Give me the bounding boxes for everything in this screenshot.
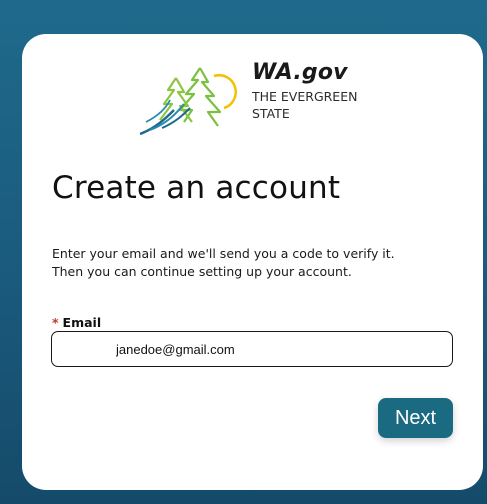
description-line-1: Enter your email and we'll send you a co…: [52, 246, 395, 261]
wa-gov-logo: WA.gov THE EVERGREEN STATE: [136, 62, 376, 138]
description-line-2: Then you can continue setting up your ac…: [52, 264, 352, 279]
logo-wordmark: WA.gov THE EVERGREEN STATE: [252, 62, 357, 122]
email-field[interactable]: [51, 331, 453, 367]
email-label-text: Email: [62, 315, 102, 330]
signup-card: WA.gov THE EVERGREEN STATE Create an acc…: [22, 34, 483, 490]
next-button[interactable]: Next: [378, 398, 453, 438]
required-marker: *: [52, 315, 59, 330]
form-description: Enter your email and we'll send you a co…: [52, 245, 452, 281]
page-title: Create an account: [52, 170, 341, 206]
evergreen-trees-sun-logo-icon: [139, 67, 237, 136]
email-label: * Email: [52, 315, 101, 330]
logo-tagline-line1: THE EVERGREEN: [252, 89, 358, 104]
logo-name: WA.gov: [252, 60, 348, 85]
logo-tagline-line2: STATE: [252, 106, 290, 121]
